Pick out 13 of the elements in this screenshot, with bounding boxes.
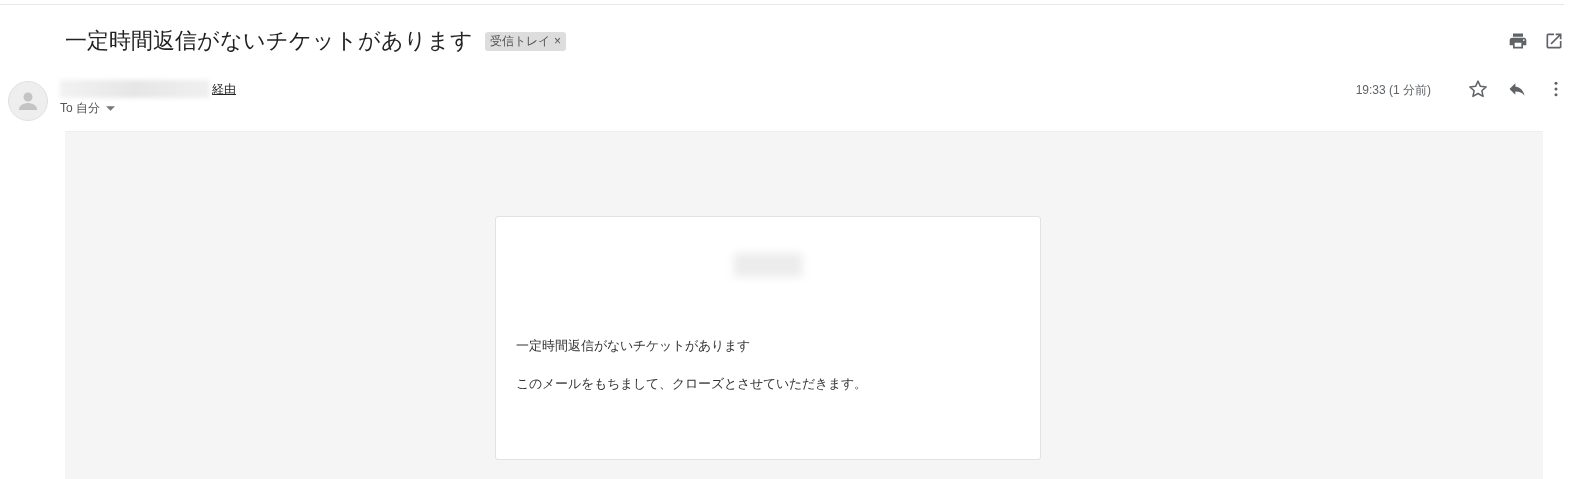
via-link[interactable]: 経由 <box>212 80 236 98</box>
star-icon[interactable] <box>1468 79 1488 99</box>
print-icon[interactable] <box>1508 31 1528 51</box>
message-text: 一定時間返信がないチケットがあります <box>516 337 751 355</box>
message-text: このメールをもちまして、クローズとさせていただきます。 <box>516 375 868 393</box>
remove-label-button[interactable]: × <box>554 34 561 48</box>
caret-icon <box>106 105 115 111</box>
recipient-dropdown[interactable]: To 自分 <box>60 99 236 117</box>
open-in-new-window-icon[interactable] <box>1544 31 1564 51</box>
label-chip[interactable]: 受信トレイ × <box>485 31 566 51</box>
timestamp: 19:33 (1 分前) <box>1355 82 1431 99</box>
avatar-icon <box>8 81 48 121</box>
email-subject: 一定時間返信がないチケットがあります <box>65 27 473 55</box>
